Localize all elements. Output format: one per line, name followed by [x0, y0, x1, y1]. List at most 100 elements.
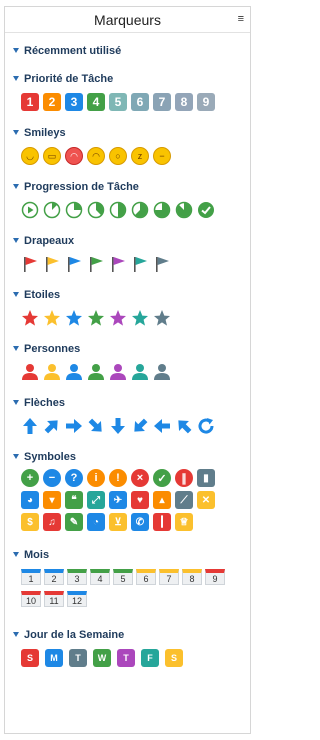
pencil-icon[interactable]: ✎ [65, 513, 83, 531]
clock-icon[interactable]: ◔ [87, 513, 105, 531]
smiley-angry-icon[interactable]: ◠ [65, 147, 83, 165]
star-icon[interactable] [21, 309, 39, 327]
month-1-icon[interactable]: 1 [21, 569, 41, 585]
person-icon[interactable] [131, 363, 149, 381]
weekday-t-icon[interactable]: T [69, 649, 87, 667]
section-months-title[interactable]: Mois [13, 549, 49, 561]
section-recent-title[interactable]: Récemment utilisé [13, 45, 121, 57]
exclamation-icon[interactable]: ! [109, 469, 127, 487]
smiley-shock-icon[interactable]: ○ [109, 147, 127, 165]
person-icon[interactable] [43, 363, 61, 381]
person-icon[interactable] [21, 363, 39, 381]
month-5-icon[interactable]: 5 [113, 569, 133, 585]
medal-icon[interactable]: ✕ [197, 491, 215, 509]
refresh-arrow-icon[interactable] [197, 417, 215, 435]
priority-9-icon[interactable]: 9 [197, 93, 215, 111]
priority-5-icon[interactable]: 5 [109, 93, 127, 111]
month-4-icon[interactable]: 4 [90, 569, 110, 585]
cart-icon[interactable]: ⊻ [109, 513, 127, 531]
arrow-icon[interactable] [21, 417, 39, 435]
expand-icon[interactable]: ⤢ [87, 491, 105, 509]
flag-icon[interactable] [109, 255, 127, 273]
arrow-icon[interactable] [109, 417, 127, 435]
star-icon[interactable] [65, 309, 83, 327]
section-symbols-title[interactable]: Symboles [13, 451, 76, 463]
smiley-cry-icon[interactable]: ◠ [87, 147, 105, 165]
phone-icon[interactable]: ✆ [131, 513, 149, 531]
priority-3-icon[interactable]: 3 [65, 93, 83, 111]
smiley-neutral-icon[interactable]: − [153, 147, 171, 165]
cross-icon[interactable]: × [131, 469, 149, 487]
month-6-icon[interactable]: 6 [136, 569, 156, 585]
smiley-happy-icon[interactable]: ◡ [21, 147, 39, 165]
section-stars-title[interactable]: Etoiles [13, 289, 60, 301]
section-weekdays-title[interactable]: Jour de la Semaine [13, 629, 124, 641]
trophy-icon[interactable]: ♕ [175, 513, 193, 531]
priority-6-icon[interactable]: 6 [131, 93, 149, 111]
priority-1-icon[interactable]: 1 [21, 93, 39, 111]
weekday-m-icon[interactable]: M [45, 649, 63, 667]
plus-icon[interactable]: + [21, 469, 39, 487]
flag-icon[interactable] [131, 255, 149, 273]
question-icon[interactable]: ? [65, 469, 83, 487]
month-7-icon[interactable]: 7 [159, 569, 179, 585]
arrow-icon[interactable] [43, 417, 61, 435]
progress-4-icon[interactable] [109, 201, 127, 219]
month-10-icon[interactable]: 10 [21, 591, 41, 607]
minus-icon[interactable]: − [43, 469, 61, 487]
star-icon[interactable] [87, 309, 105, 327]
arrow-icon[interactable] [87, 417, 105, 435]
star-icon[interactable] [109, 309, 127, 327]
heart-icon[interactable]: ♥ [131, 491, 149, 509]
info-icon[interactable]: i [87, 469, 105, 487]
thumbs-down-icon[interactable]: ▾ [43, 491, 61, 509]
star-icon[interactable] [131, 309, 149, 327]
quote-icon[interactable]: ❝ [65, 491, 83, 509]
smiley-sleep-icon[interactable]: z [131, 147, 149, 165]
smiley-grin-icon[interactable]: ▭ [43, 147, 61, 165]
person-icon[interactable] [153, 363, 171, 381]
arrow-icon[interactable] [65, 417, 83, 435]
panel-menu-icon[interactable]: ≡ [238, 13, 244, 25]
progress-0-icon[interactable] [21, 201, 39, 219]
priority-2-icon[interactable]: 2 [43, 93, 61, 111]
line-chart-icon[interactable]: ⟋ [175, 491, 193, 509]
person-icon[interactable] [87, 363, 105, 381]
thumbs-up-icon[interactable]: ▴ [153, 491, 171, 509]
section-priority-title[interactable]: Priorité de Tâche [13, 73, 113, 85]
people-icon[interactable]: ◕ [21, 491, 39, 509]
weekday-t-icon[interactable]: T [117, 649, 135, 667]
month-8-icon[interactable]: 8 [182, 569, 202, 585]
progress-1-icon[interactable] [43, 201, 61, 219]
progress-6-icon[interactable] [153, 201, 171, 219]
month-2-icon[interactable]: 2 [44, 569, 64, 585]
weekday-f-icon[interactable]: F [141, 649, 159, 667]
weekday-s-icon[interactable]: S [165, 649, 183, 667]
person-icon[interactable] [109, 363, 127, 381]
star-icon[interactable] [153, 309, 171, 327]
section-flags-title[interactable]: Drapeaux [13, 235, 74, 247]
priority-7-icon[interactable]: 7 [153, 93, 171, 111]
section-persons-title[interactable]: Personnes [13, 343, 80, 355]
check-icon[interactable]: ✓ [153, 469, 171, 487]
pause-icon[interactable]: ∥ [175, 469, 193, 487]
month-12-icon[interactable]: 12 [67, 591, 87, 607]
weekday-w-icon[interactable]: W [93, 649, 111, 667]
month-3-icon[interactable]: 3 [67, 569, 87, 585]
section-smileys-title[interactable]: Smileys [13, 127, 66, 139]
progress-3-icon[interactable] [87, 201, 105, 219]
progress-7-icon[interactable] [175, 201, 193, 219]
progress-8-icon[interactable] [197, 201, 215, 219]
arrow-icon[interactable] [153, 417, 171, 435]
flag-icon[interactable] [65, 255, 83, 273]
section-arrows-title[interactable]: Flèches [13, 397, 65, 409]
bar-chart-icon[interactable]: ▮ [197, 469, 215, 487]
dollar-icon[interactable]: $ [21, 513, 39, 531]
priority-8-icon[interactable]: 8 [175, 93, 193, 111]
music-icon[interactable]: ♫ [43, 513, 61, 531]
section-progress-title[interactable]: Progression de Tâche [13, 181, 139, 193]
month-11-icon[interactable]: 11 [44, 591, 64, 607]
weekday-s-icon[interactable]: S [21, 649, 39, 667]
flag-icon[interactable] [87, 255, 105, 273]
arrow-icon[interactable] [175, 417, 193, 435]
